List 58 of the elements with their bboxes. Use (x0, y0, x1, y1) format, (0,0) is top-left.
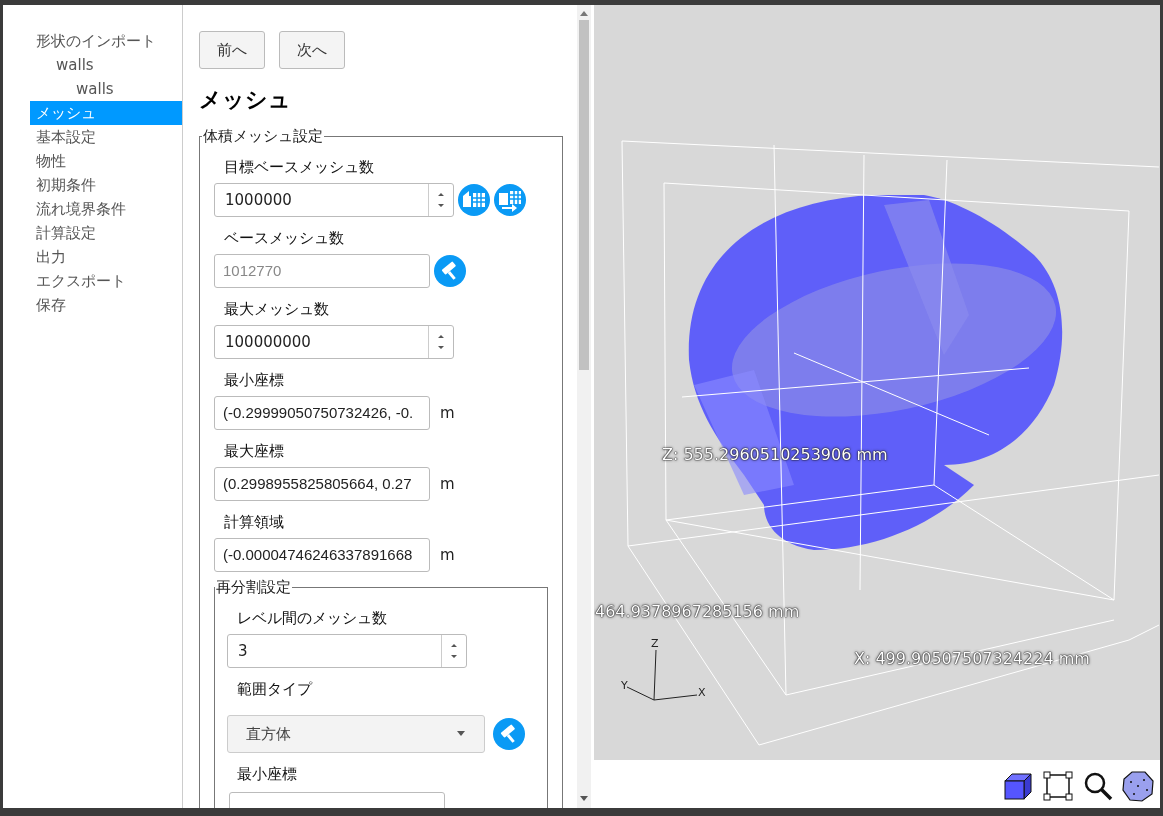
step-button[interactable]: 次へ (279, 31, 345, 69)
nav-item[interactable]: 基本設定 (30, 125, 182, 149)
axis-label: X (698, 686, 706, 699)
spinner-arrows-icon[interactable] (436, 332, 446, 352)
fieldset-legend: 再分割設定 (215, 578, 292, 597)
range-type-dropdown[interactable]: 直方体 (227, 715, 485, 753)
scroll-up-icon[interactable] (579, 9, 589, 17)
nav-item[interactable]: 計算設定 (30, 221, 182, 245)
nav-item[interactable]: walls (30, 77, 182, 101)
nav-item[interactable]: 出力 (30, 245, 182, 269)
fit-selection-icon[interactable] (1042, 770, 1074, 802)
polyhedron-icon[interactable] (1122, 770, 1154, 802)
cube-icon[interactable] (1002, 770, 1034, 802)
dimension-label: 464.9378967285156 mm (595, 602, 800, 621)
number-field[interactable]: 1000000 (214, 183, 454, 217)
field-label: 範囲タイプ (237, 680, 314, 699)
field-label: 最小座標 (224, 371, 285, 390)
nav-item[interactable]: 流れ境界条件 (30, 197, 182, 221)
brush-icon[interactable] (493, 718, 525, 750)
step-button[interactable]: 前へ (199, 31, 265, 69)
spinner-arrows-icon[interactable] (449, 641, 459, 661)
coordinate-field[interactable]: (-0.00004746246337891668 (214, 538, 430, 572)
axis-label: Y (621, 679, 628, 692)
coordinate-field[interactable]: (0.2998955825805664, 0.27 (214, 467, 430, 501)
nav-item[interactable]: 初期条件 (30, 173, 182, 197)
number-field[interactable]: 3 (227, 634, 467, 668)
unit-label: m (440, 546, 455, 564)
nav-item[interactable]: エクスポート (30, 269, 182, 293)
axis-triad-drawing (626, 649, 698, 701)
nav-item[interactable]: 形状のインポート (30, 29, 182, 53)
nav-item[interactable]: walls (30, 53, 182, 77)
field-label: レベル間のメッシュ数 (237, 609, 388, 628)
export-grid-icon[interactable] (494, 184, 526, 216)
coordinate-field[interactable]: (-0.29999050750732426, -0. (214, 396, 430, 430)
nav-item[interactable]: 物性 (30, 149, 182, 173)
unit-label: m (440, 404, 455, 422)
scrollbar[interactable] (577, 5, 591, 808)
field-label: 最大座標 (224, 442, 285, 461)
unit-label: m (440, 475, 455, 493)
dropdown-caret-icon (456, 731, 466, 737)
import-grid-icon[interactable] (458, 184, 490, 216)
dimension-label: X: 499.90507507324224 mm (854, 649, 1090, 668)
field-label: 最大メッシュ数 (224, 300, 330, 319)
readonly-field: 1012770 (214, 254, 430, 288)
field-label: 最小座標 (237, 765, 298, 784)
scrollbar-thumb[interactable] (579, 20, 589, 370)
field-label: 計算領域 (224, 513, 285, 532)
field-label: 目標ベースメッシュ数 (224, 158, 375, 177)
brush-icon[interactable] (434, 255, 466, 287)
scroll-down-icon[interactable] (579, 795, 589, 803)
number-field[interactable]: 100000000 (214, 325, 454, 359)
page-heading: メッシュ (199, 86, 292, 114)
field-label: ベースメッシュ数 (224, 229, 345, 248)
search-icon[interactable] (1082, 770, 1114, 802)
spinner-arrows-icon[interactable] (436, 190, 446, 210)
axis-label: Z (651, 637, 659, 650)
nav-item[interactable]: 保存 (30, 293, 182, 317)
fieldset-legend: 体積メッシュ設定 (202, 127, 324, 146)
